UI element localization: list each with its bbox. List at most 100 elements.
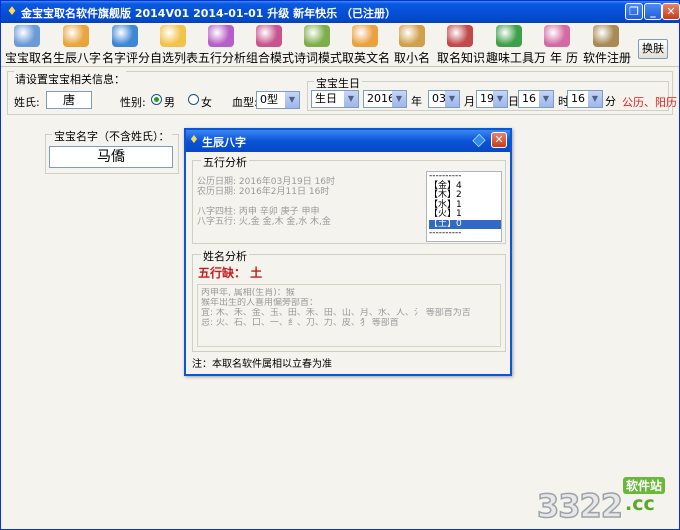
- main-window: ♦ 金宝宝取名软件旗舰版 2014V01 2014-01-01 升级 新年快乐 …: [0, 0, 680, 530]
- birth-day-value: 19: [480, 92, 494, 105]
- toolbar-bazi-button[interactable]: 生辰八字: [53, 25, 102, 65]
- birth-hour-select[interactable]: 16 ▼: [518, 90, 554, 108]
- calendar-icon: [544, 25, 570, 47]
- recycle-icon: [496, 25, 522, 47]
- toolbar-baby-naming-button[interactable]: 宝宝取名: [5, 25, 54, 65]
- blocks-icon: [447, 25, 473, 47]
- toolbar-label: 取英文名: [342, 51, 391, 65]
- title-bar[interactable]: ♦ 金宝宝取名软件旗舰版 2014V01 2014-01-01 升级 新年快乐 …: [1, 1, 680, 23]
- toolbar-label: 软件注册: [583, 51, 632, 65]
- list-item[interactable]: ----------: [429, 228, 501, 239]
- birth-year-select[interactable]: 2016 ▼: [363, 90, 407, 108]
- dialog-note: 注：本取名软件属相以立春为准: [192, 359, 332, 370]
- dialog-close-button[interactable]: ✕: [491, 132, 507, 148]
- toolbar-fun-tools-button[interactable]: 趣味工具: [486, 25, 535, 65]
- toolbar-label: 五行分析: [198, 51, 247, 65]
- gear-icon: [208, 25, 234, 47]
- birth-minute-select[interactable]: 16 ▼: [567, 90, 603, 108]
- surname-input[interactable]: 唐: [46, 91, 92, 109]
- dialog-title: 生辰八字: [202, 136, 246, 149]
- surname-label: 姓氏:: [14, 96, 40, 109]
- birthday-type-value: 生日: [315, 92, 337, 105]
- butterfly-icon: [399, 25, 425, 47]
- wuxing-lack-text: 五行缺： 土: [198, 266, 263, 280]
- blood-type-value: 0型: [260, 93, 278, 106]
- chevron-down-icon: ▼: [392, 91, 406, 107]
- star-icon: [160, 25, 186, 47]
- blood-type-select[interactable]: 0型 ▼: [256, 91, 300, 109]
- name-analysis-group: 姓名分析 五行缺： 土 丙申年, 属相(生肖)：猴 猴年出生的人喜用偏旁部首： …: [192, 248, 506, 352]
- toolbar-wuxing-button[interactable]: 五行分析: [198, 25, 247, 65]
- toolbar-combo-mode-button[interactable]: 组合模式: [246, 25, 295, 65]
- lunar-date-line: 农历日期: 2016年2月11日 16时: [197, 187, 330, 197]
- toolbar-english-name-button[interactable]: 取英文名: [342, 25, 391, 65]
- baby-name-field[interactable]: 马僑: [49, 146, 173, 168]
- gender-female-label: 女: [201, 96, 212, 109]
- chevron-down-icon: ▼: [445, 91, 459, 107]
- toolbar-name-score-button[interactable]: 名字评分: [102, 25, 151, 65]
- toolbar-custom-list-button[interactable]: 自选列表: [150, 25, 198, 65]
- month-unit-label: 月: [464, 95, 475, 108]
- toolbar-label: 宝宝取名: [5, 51, 54, 65]
- gender-male-label: 男: [164, 96, 175, 109]
- toolbar-label: 诗词模式: [294, 51, 343, 65]
- toolbar-poetry-mode-button[interactable]: 诗词模式: [294, 25, 343, 65]
- dialog-app-icon: ♦: [189, 133, 199, 146]
- key-icon: [593, 25, 619, 47]
- wuxing-count-list[interactable]: ---------- 【金】4 【木】2 【水】1 【火】1 【土】0 ----…: [426, 171, 502, 242]
- toolbar-label: 趣味工具: [486, 51, 535, 65]
- globe-icon: [112, 25, 138, 47]
- toolbar-label: 生辰八字: [53, 51, 102, 65]
- gender-male-radio[interactable]: [151, 94, 162, 105]
- toolbar-label: 组合模式: [246, 51, 295, 65]
- birth-hour-value: 16: [522, 92, 536, 105]
- watermark-site-label: 软件站: [623, 477, 666, 494]
- dialog-title-bar[interactable]: ♦ 生辰八字 ✕: [186, 130, 510, 152]
- solar-date-line: 公历日期: 2016年03月19日 16时: [197, 177, 336, 187]
- cards-icon: [256, 25, 282, 47]
- birthday-group: 宝宝生日 生日 ▼ 2016 ▼ 年 03 ▼ 月 19 ▼ 日 16 ▼ 时 …: [307, 75, 669, 111]
- gender-female-radio[interactable]: [188, 94, 199, 105]
- minimize-button[interactable]: _: [644, 3, 662, 20]
- analysis-line: 丙申年, 属相(生肖)：猴: [201, 288, 295, 298]
- restore-button[interactable]: ❐: [625, 3, 643, 20]
- blood-type-label: 血型:: [232, 96, 258, 109]
- toolbar-naming-knowledge-button[interactable]: 取名知识: [437, 25, 485, 65]
- toolbar-label: 万年历: [534, 51, 583, 65]
- bazi-dialog: ♦ 生辰八字 ✕ 五行分析 公历日期: 2016年03月19日 16时 农历日期…: [184, 128, 512, 376]
- baby-icon: [14, 25, 40, 47]
- watermark-digits: 3322: [536, 486, 624, 526]
- analysis-line: 忌: 火、石、口、一、纟、刀、力、皮、犭 等部首: [201, 318, 399, 328]
- toolbar-calendar-button[interactable]: 万年历: [534, 25, 580, 65]
- gender-label: 性别:: [120, 96, 146, 109]
- site-watermark: 3322 软件站 .cc: [536, 477, 677, 527]
- switch-skin-button[interactable]: 换肤: [638, 39, 668, 59]
- birth-day-select[interactable]: 19 ▼: [476, 90, 508, 108]
- magnifier-icon: [63, 25, 89, 47]
- birthday-type-select[interactable]: 生日 ▼: [311, 90, 359, 108]
- toolbar-label: 取小名: [394, 51, 431, 65]
- name-analysis-legend: 姓名分析: [201, 248, 249, 264]
- help-icon[interactable]: [472, 133, 486, 148]
- chevron-down-icon: ▼: [285, 92, 299, 108]
- watermark-domain: .cc: [625, 493, 655, 515]
- birth-month-select[interactable]: 03 ▼: [428, 90, 460, 108]
- birth-year-value: 2016: [367, 92, 395, 105]
- chevron-down-icon: ▼: [493, 91, 507, 107]
- toolbar-label: 名字评分: [102, 51, 151, 65]
- birth-minute-value: 16: [571, 92, 585, 105]
- toolbar-register-button[interactable]: 软件注册: [583, 25, 632, 65]
- close-button[interactable]: ✕: [662, 3, 680, 20]
- birthday-legend: 宝宝生日: [314, 75, 362, 91]
- wuxing-info: 公历日期: 2016年03月19日 16时 农历日期: 2016年2月11日 1…: [197, 171, 423, 241]
- calendar-note: 公历、阳历: [622, 96, 677, 109]
- chevron-down-icon: ▼: [588, 91, 602, 107]
- baby-name-group: 宝宝名字（不含姓氏）： 马僑: [45, 128, 179, 174]
- analysis-text-box: 丙申年, 属相(生肖)：猴 猴年出生的人喜用偏旁部首： 宜: 木、禾、金、玉、田…: [197, 284, 501, 347]
- bazi-pillars-line: 八字四柱: 丙申 辛卯 庚子 甲申: [197, 207, 320, 217]
- bazi-wuxing-line: 八字五行: 火,金 金,木 金,水 木,金: [197, 217, 331, 227]
- star-pen-icon: [352, 25, 378, 47]
- toolbar: 宝宝取名 生辰八字 名字评分 自选列表 五行分析 组合模式 诗词模式 取英文名: [1, 23, 679, 67]
- toolbar-nickname-button[interactable]: 取小名: [394, 25, 430, 65]
